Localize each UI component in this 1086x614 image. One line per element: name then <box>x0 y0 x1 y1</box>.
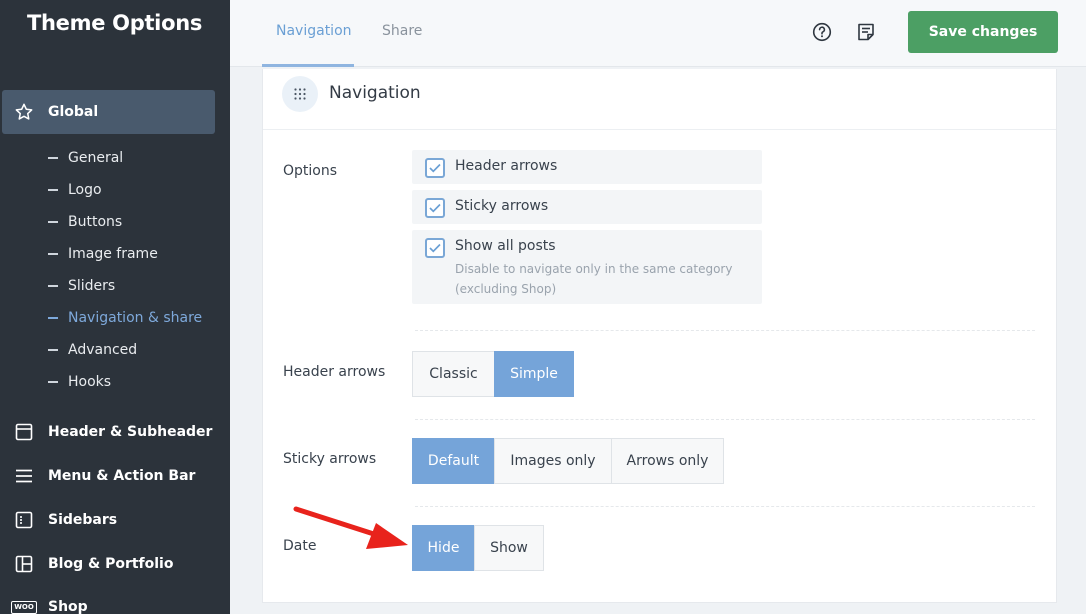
top-bar: Navigation Share Save changes <box>230 0 1086 67</box>
dash <box>48 381 58 383</box>
sidebar-item-label: Header & Subheader <box>48 424 213 440</box>
tab-share[interactable]: Share <box>382 23 422 39</box>
checkbox[interactable] <box>425 238 445 258</box>
sidebar-subitem-logo[interactable]: Logo <box>48 182 102 198</box>
divider <box>415 330 1035 331</box>
dash <box>48 253 58 255</box>
sidebar-subitem-buttons[interactable]: Buttons <box>48 214 122 230</box>
layout-header-icon <box>14 422 34 442</box>
header-arrows-segmented: Classic Simple <box>412 351 574 397</box>
sidebar-subitem-label: Hooks <box>68 374 112 390</box>
sidebar-subitem-label: Buttons <box>68 214 123 230</box>
sidebar-item-sidebars[interactable]: Sidebars <box>14 510 117 530</box>
blog-grid-icon <box>14 554 34 574</box>
tab-navigation[interactable]: Navigation <box>276 23 352 39</box>
sticky-arrows-segmented: Default Images only Arrows only <box>412 438 724 484</box>
grid-dots-icon <box>282 76 318 112</box>
sidebar-subitem-label: General <box>68 150 124 166</box>
option-hide[interactable]: Hide <box>412 525 475 571</box>
sidebar: Theme Options Global General Logo Button… <box>0 0 230 614</box>
sidebar-title: Theme Options <box>27 11 203 35</box>
question-circle-icon[interactable] <box>811 21 833 43</box>
option-images-only[interactable]: Images only <box>494 438 612 484</box>
header-arrows-label: Header arrows <box>283 364 386 380</box>
star-icon <box>13 101 35 123</box>
panel-title: Navigation <box>329 83 421 103</box>
sidebar-subitem-image-frame[interactable]: Image frame <box>48 246 158 262</box>
option-arrows-only[interactable]: Arrows only <box>611 438 724 484</box>
sidebar-item-label: Blog & Portfolio <box>48 556 174 572</box>
sidebar-item-label: Global <box>48 104 99 120</box>
sticky-arrows-label: Sticky arrows <box>283 451 377 467</box>
checkbox-header-arrows[interactable]: Header arrows <box>412 150 762 184</box>
sidebar-item-blog-portfolio[interactable]: Blog & Portfolio <box>14 554 173 574</box>
sidebar-item-global[interactable]: Global <box>2 90 215 134</box>
checkbox-description: Disable to navigate only in the same cat… <box>455 262 733 296</box>
date-label: Date <box>283 538 317 554</box>
sidebar-subitem-advanced[interactable]: Advanced <box>48 342 137 358</box>
checkbox-label: Sticky arrows <box>455 198 549 214</box>
checkbox-label: Header arrows <box>455 158 558 174</box>
panel-header: Navigation <box>263 69 1056 130</box>
notes-icon[interactable] <box>855 21 877 43</box>
checkbox[interactable] <box>425 158 445 178</box>
sidebar-item-menu-action-bar[interactable]: Menu & Action Bar <box>14 466 195 486</box>
date-segmented: Hide Show <box>412 525 544 571</box>
sidebar-subitem-label: Navigation & share <box>68 310 203 326</box>
woo-badge: WOO <box>11 600 37 614</box>
option-classic[interactable]: Classic <box>412 351 495 397</box>
woo-icon: WOO <box>11 597 37 614</box>
option-default[interactable]: Default <box>412 438 495 484</box>
checkbox-sticky-arrows[interactable]: Sticky arrows <box>412 190 762 224</box>
checkbox-label: Show all posts <box>455 238 556 254</box>
checkbox-show-all-posts[interactable]: Show all posts Disable to navigate only … <box>412 230 762 304</box>
sidebar-item-label: Menu & Action Bar <box>48 468 196 484</box>
navigation-panel: Navigation Options Header arrows Sticky … <box>262 69 1057 603</box>
dash <box>48 221 58 223</box>
sidebar-subitem-label: Advanced <box>68 342 138 358</box>
sidebar-layout-icon <box>14 510 34 530</box>
sidebar-subitem-hooks[interactable]: Hooks <box>48 374 111 390</box>
divider <box>415 506 1035 507</box>
dash <box>48 349 58 351</box>
hamburger-menu-icon <box>14 466 34 486</box>
sidebar-subitem-label: Logo <box>68 182 102 198</box>
active-tab-indicator <box>262 64 354 67</box>
sidebar-subitem-sliders[interactable]: Sliders <box>48 278 115 294</box>
sidebar-item-header-subheader[interactable]: Header & Subheader <box>14 422 212 442</box>
dash <box>48 157 58 159</box>
save-changes-button[interactable]: Save changes <box>908 11 1058 53</box>
sidebar-item-label: Shop <box>48 599 88 614</box>
sidebar-subitem-label: Image frame <box>68 246 158 262</box>
dash <box>48 317 58 319</box>
sidebar-subitem-general[interactable]: General <box>48 150 123 166</box>
option-show[interactable]: Show <box>474 525 544 571</box>
dash <box>48 285 58 287</box>
options-label: Options <box>283 163 338 179</box>
sidebar-subitem-navigation-share[interactable]: Navigation & share <box>48 310 202 326</box>
sidebar-item-label: Sidebars <box>48 512 118 528</box>
option-simple[interactable]: Simple <box>494 351 574 397</box>
divider <box>415 419 1035 420</box>
dash <box>48 189 58 191</box>
sidebar-item-shop[interactable]: WOO Shop <box>11 597 88 614</box>
sidebar-subitem-label: Sliders <box>68 278 116 294</box>
checkbox[interactable] <box>425 198 445 218</box>
